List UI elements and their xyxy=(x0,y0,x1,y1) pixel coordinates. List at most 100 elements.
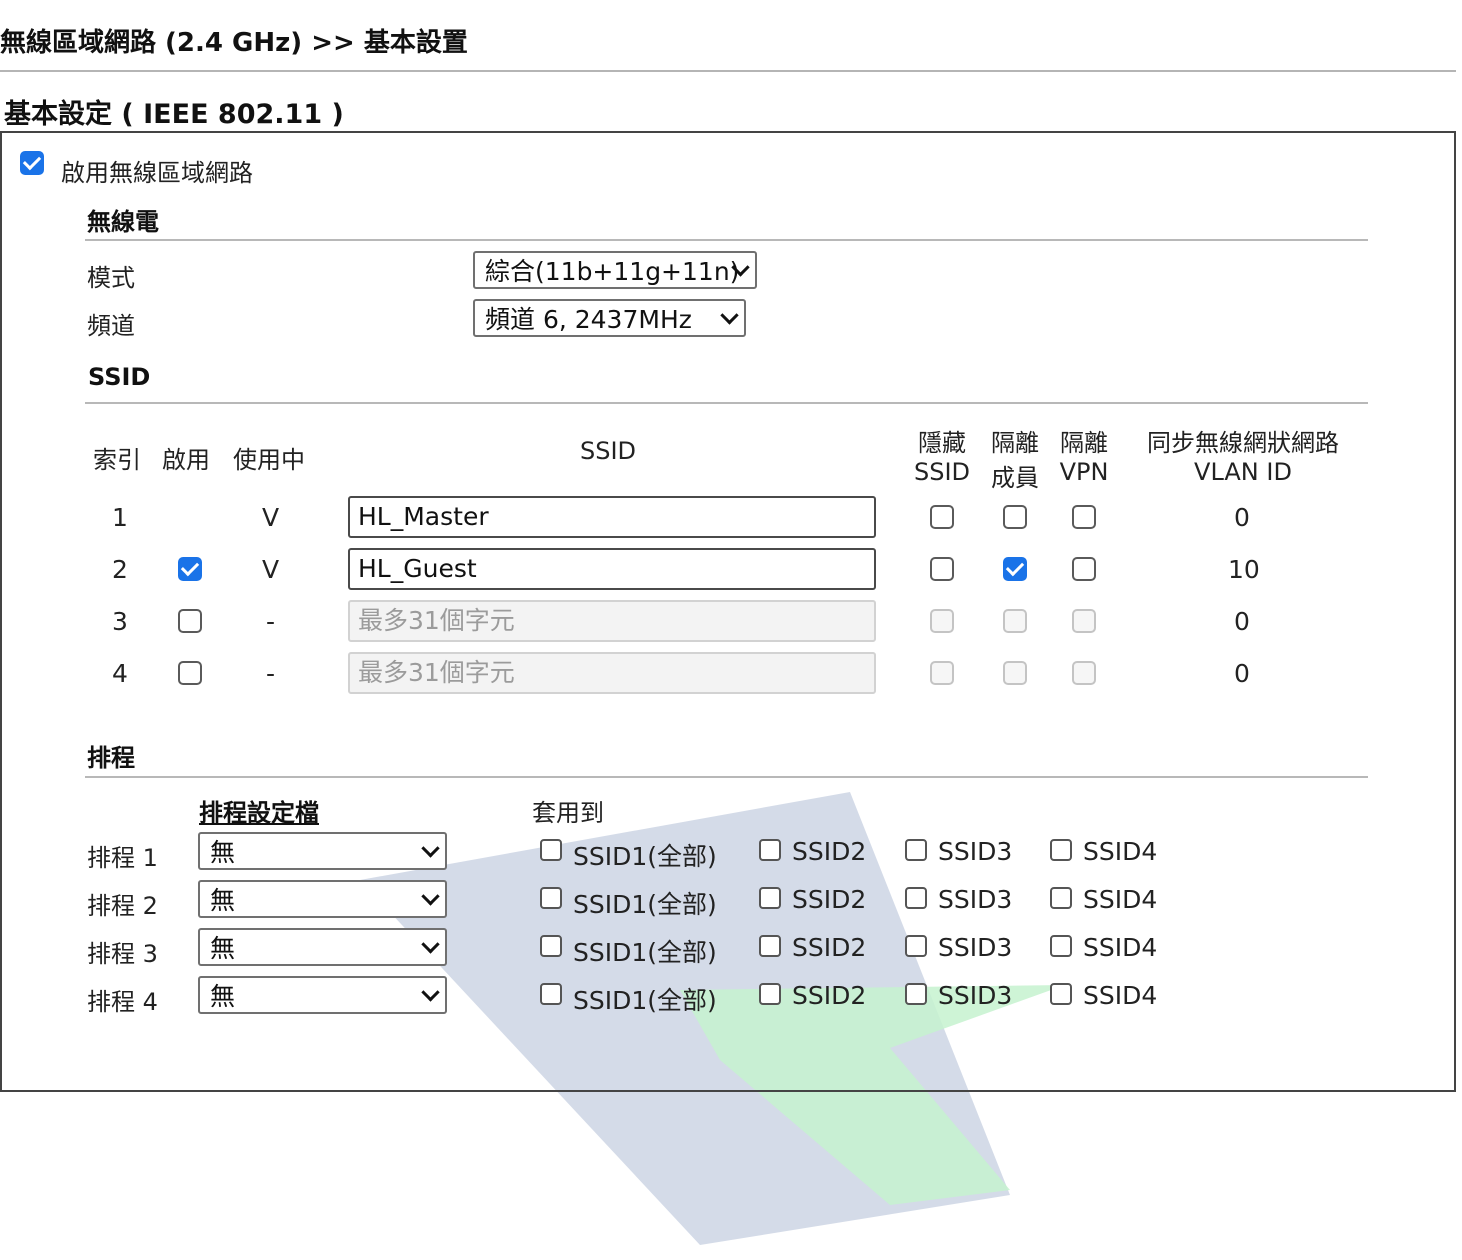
ssid-row1-index: 1 xyxy=(112,503,128,532)
radio-heading: 無線電 xyxy=(87,208,159,236)
schedule-row4-ssid4-checkbox[interactable] xyxy=(1050,983,1072,1005)
ssid-row3-hide-checkbox[interactable] xyxy=(930,609,954,633)
ssid-row3-index: 3 xyxy=(112,607,128,636)
schedule-row2-ssid4-checkbox[interactable] xyxy=(1050,887,1072,909)
chevron-down-icon xyxy=(421,983,440,1002)
ssid-row4-enable-checkbox[interactable] xyxy=(178,661,202,685)
mode-select[interactable]: 綜合(11b+11g+11n) xyxy=(473,251,757,289)
schedule-row3-ssid4-checkbox[interactable] xyxy=(1050,935,1072,957)
ssid-row1-input[interactable]: HL_Master xyxy=(348,496,876,538)
schedule-divider xyxy=(85,776,1368,778)
schedule-row4-ssid4-label: SSID4 xyxy=(1083,981,1158,1010)
col-isolate-vpn-header-line2: VPN xyxy=(1059,458,1109,486)
ssid-row2-isolate-member-checkbox[interactable] xyxy=(1003,557,1027,581)
ssid-row1-isolate-vpn-checkbox[interactable] xyxy=(1072,505,1096,529)
schedule-heading: 排程 xyxy=(87,744,135,772)
schedule-row1-ssid4-checkbox[interactable] xyxy=(1050,839,1072,861)
ssid-row2-enable-checkbox[interactable] xyxy=(178,557,202,581)
schedule-row3-ssid3-checkbox[interactable] xyxy=(905,935,927,957)
schedule-row3-ssid1-label: SSID1(全部) xyxy=(573,938,717,967)
chevron-down-icon xyxy=(421,935,440,954)
ssid-row2-vlan: 10 xyxy=(1228,555,1260,584)
col-isolate-member-header-line2: 成員 xyxy=(991,464,1039,492)
schedule-profile-link[interactable]: 排程設定檔 xyxy=(199,793,319,828)
schedule-row1-ssid2-checkbox[interactable] xyxy=(759,839,781,861)
schedule-row2-ssid3-label: SSID3 xyxy=(938,885,1013,914)
ssid-row3-isolate-vpn-checkbox[interactable] xyxy=(1072,609,1096,633)
col-vlan-header-line1: 同步無線網狀網路 xyxy=(1147,429,1339,457)
schedule-row3-select[interactable]: 無 xyxy=(198,928,447,966)
ssid-row4-input[interactable]: 最多31個字元 xyxy=(348,652,876,694)
schedule-row3-select-value: 無 xyxy=(210,934,236,963)
schedule-row4-select-value: 無 xyxy=(210,982,236,1011)
schedule-row3-ssid4-label: SSID4 xyxy=(1083,933,1158,962)
col-inuse-header: 使用中 xyxy=(233,446,305,474)
schedule-row4-ssid2-checkbox[interactable] xyxy=(759,983,781,1005)
ssid-row4-isolate-vpn-checkbox[interactable] xyxy=(1072,661,1096,685)
schedule-row2-ssid1-label: SSID1(全部) xyxy=(573,890,717,919)
schedule-row2-ssid3-checkbox[interactable] xyxy=(905,887,927,909)
col-isolate-member-header-line1: 隔離 xyxy=(991,429,1039,457)
ssid-divider xyxy=(85,402,1368,404)
ssid-row3-vlan: 0 xyxy=(1234,607,1250,636)
chevron-down-icon xyxy=(421,839,440,858)
ssid-row4-isolate-member-checkbox[interactable] xyxy=(1003,661,1027,685)
schedule-row2-ssid2-label: SSID2 xyxy=(792,885,867,914)
ssid-row4-vlan: 0 xyxy=(1234,659,1250,688)
schedule-row1-ssid1-checkbox[interactable] xyxy=(540,839,562,861)
section-title: 基本設定 ( IEEE 802.11 ) xyxy=(4,99,344,130)
channel-select[interactable]: 頻道 6, 2437MHz xyxy=(473,299,746,337)
col-hide-header-line1: 隱藏 xyxy=(918,429,966,457)
schedule-row4-select[interactable]: 無 xyxy=(198,976,447,1014)
schedule-row1-ssid4-label: SSID4 xyxy=(1083,837,1158,866)
ssid-row1-isolate-member-checkbox[interactable] xyxy=(1003,505,1027,529)
col-hide-header-line2: SSID xyxy=(913,458,971,486)
schedule-row1-select[interactable]: 無 xyxy=(198,832,447,870)
chevron-down-icon xyxy=(720,306,739,325)
ssid-row2-hide-checkbox[interactable] xyxy=(930,557,954,581)
ssid-row2-index: 2 xyxy=(112,555,128,584)
schedule-row4-label: 排程 4 xyxy=(87,988,158,1016)
schedule-row1-ssid3-checkbox[interactable] xyxy=(905,839,927,861)
chevron-down-icon xyxy=(421,887,440,906)
apply-to-header: 套用到 xyxy=(532,799,604,827)
ssid-row3-input[interactable]: 最多31個字元 xyxy=(348,600,876,642)
schedule-row3-ssid2-checkbox[interactable] xyxy=(759,935,781,957)
ssid-row1-inuse: V xyxy=(262,503,280,532)
schedule-row3-ssid2-label: SSID2 xyxy=(792,933,867,962)
channel-label: 頻道 xyxy=(87,312,135,340)
page-title: 無線區域網路 (2.4 GHz) >> 基本設置 xyxy=(0,28,468,58)
col-index-header: 索引 xyxy=(93,446,141,474)
schedule-row2-ssid1-checkbox[interactable] xyxy=(540,887,562,909)
schedule-row1-ssid3-label: SSID3 xyxy=(938,837,1013,866)
enable-wlan-checkbox[interactable] xyxy=(20,151,44,175)
ssid-row2-isolate-vpn-checkbox[interactable] xyxy=(1072,557,1096,581)
schedule-row2-select-value: 無 xyxy=(210,886,236,915)
schedule-row2-ssid2-checkbox[interactable] xyxy=(759,887,781,909)
schedule-row4-ssid3-checkbox[interactable] xyxy=(905,983,927,1005)
title-divider xyxy=(0,70,1456,72)
schedule-row4-ssid1-label: SSID1(全部) xyxy=(573,986,717,1015)
ssid-row3-inuse: - xyxy=(266,607,276,636)
ssid-row1-hide-checkbox[interactable] xyxy=(930,505,954,529)
ssid-row2-input[interactable]: HL_Guest xyxy=(348,548,876,590)
mode-select-value: 綜合(11b+11g+11n) xyxy=(485,257,740,286)
channel-select-value: 頻道 6, 2437MHz xyxy=(485,305,692,334)
schedule-row2-select[interactable]: 無 xyxy=(198,880,447,918)
ssid-row3-isolate-member-checkbox[interactable] xyxy=(1003,609,1027,633)
schedule-row4-ssid2-label: SSID2 xyxy=(792,981,867,1010)
ssid-row4-hide-checkbox[interactable] xyxy=(930,661,954,685)
ssid-row3-enable-checkbox[interactable] xyxy=(178,609,202,633)
schedule-row1-ssid2-label: SSID2 xyxy=(792,837,867,866)
schedule-row4-ssid1-checkbox[interactable] xyxy=(540,983,562,1005)
ssid-row1-vlan: 0 xyxy=(1234,503,1250,532)
schedule-row3-ssid3-label: SSID3 xyxy=(938,933,1013,962)
radio-divider xyxy=(85,239,1368,241)
schedule-row3-label: 排程 3 xyxy=(87,940,158,968)
col-isolate-vpn-header-line1: 隔離 xyxy=(1060,429,1108,457)
schedule-row1-select-value: 無 xyxy=(210,838,236,867)
schedule-row1-label: 排程 1 xyxy=(87,844,158,872)
ssid-heading: SSID xyxy=(88,363,151,391)
schedule-row2-label: 排程 2 xyxy=(87,892,158,920)
schedule-row3-ssid1-checkbox[interactable] xyxy=(540,935,562,957)
